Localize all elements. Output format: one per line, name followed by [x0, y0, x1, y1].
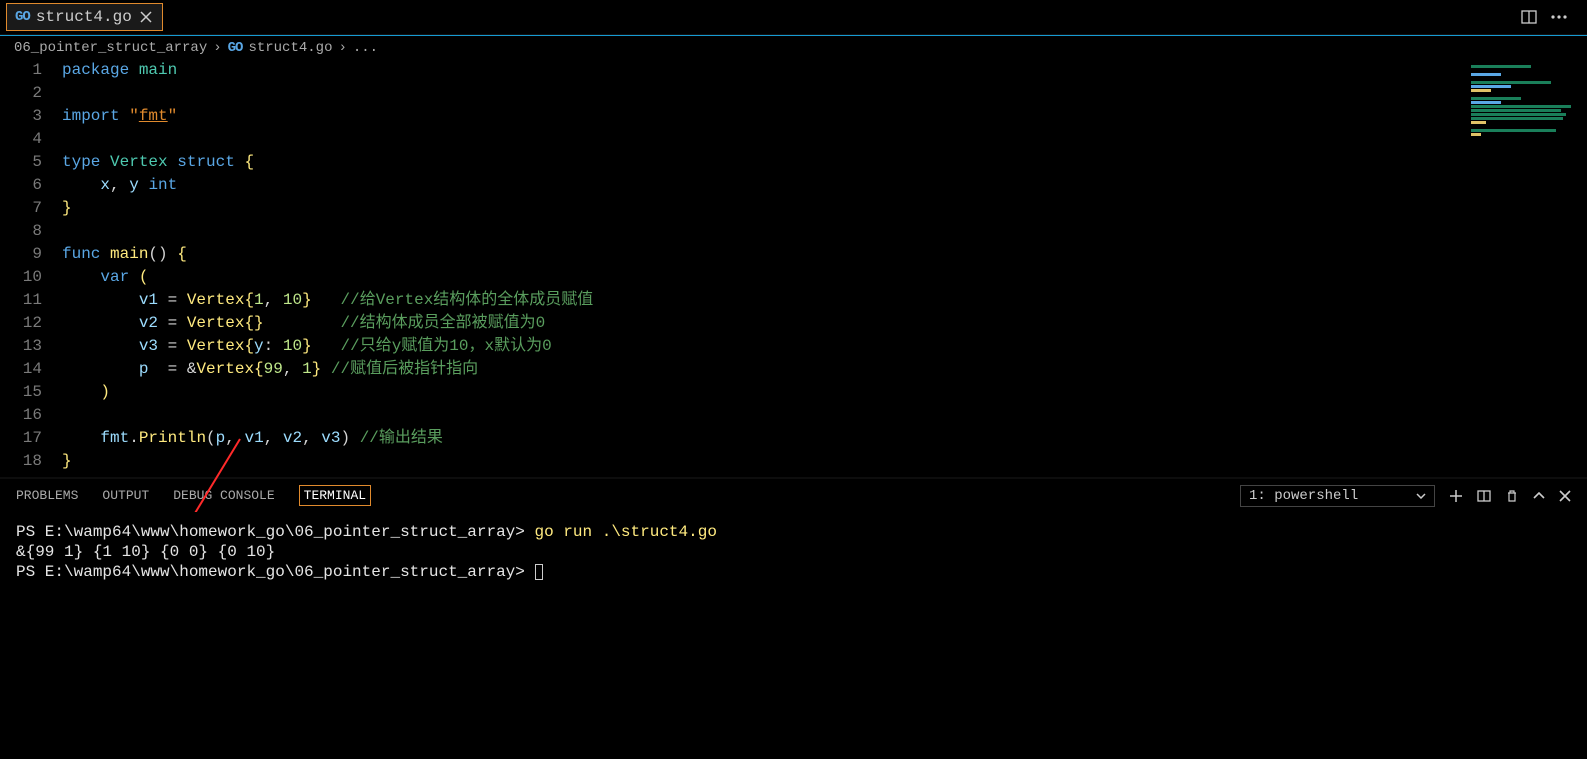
terminal-cursor: [535, 564, 543, 580]
chevron-right-icon: ›: [213, 40, 221, 56]
code-line[interactable]: x, y int: [62, 174, 1587, 197]
breadcrumb-trail[interactable]: ...: [353, 40, 378, 56]
code-line[interactable]: v2 = Vertex{} //结构体成员全部被赋值为0: [62, 312, 1587, 335]
breadcrumb-folder[interactable]: 06_pointer_struct_array: [14, 40, 207, 56]
line-number: 11: [0, 289, 42, 312]
line-number: 5: [0, 151, 42, 174]
terminal-line: PS E:\wamp64\www\homework_go\06_pointer_…: [16, 522, 1571, 542]
code-line[interactable]: }: [62, 450, 1587, 473]
new-terminal-button[interactable]: [1449, 489, 1463, 503]
editor-tab-struct4[interactable]: GO struct4.go: [6, 3, 163, 31]
line-number: 7: [0, 197, 42, 220]
tab-terminal[interactable]: TERMINAL: [299, 485, 371, 506]
tab-debug-console[interactable]: DEBUG CONSOLE: [173, 488, 274, 503]
code-line[interactable]: package main: [62, 59, 1587, 82]
line-number: 12: [0, 312, 42, 335]
terminal-selector-label: 1: powershell: [1249, 488, 1358, 504]
code-line[interactable]: type Vertex struct {: [62, 151, 1587, 174]
panel-tab-bar: PROBLEMS OUTPUT DEBUG CONSOLE TERMINAL 1…: [0, 477, 1587, 512]
line-number: 4: [0, 128, 42, 151]
go-file-icon: GO: [15, 9, 30, 25]
code-line[interactable]: var (: [62, 266, 1587, 289]
code-line[interactable]: [62, 128, 1587, 151]
code-line[interactable]: v3 = Vertex{y: 10} //只给y赋值为10，x默认为0: [62, 335, 1587, 358]
editor[interactable]: 123456789101112131415161718 package main…: [0, 59, 1587, 477]
line-number: 15: [0, 381, 42, 404]
terminal-command: go run .\struct4.go: [535, 523, 717, 541]
tab-label: struct4.go: [36, 8, 132, 26]
split-terminal-button[interactable]: [1477, 489, 1491, 503]
close-tab-button[interactable]: [138, 9, 154, 25]
line-number: 8: [0, 220, 42, 243]
terminal-selector[interactable]: 1: powershell: [1240, 485, 1435, 507]
line-number: 10: [0, 266, 42, 289]
code-line[interactable]: [62, 220, 1587, 243]
code-line[interactable]: }: [62, 197, 1587, 220]
line-number: 16: [0, 404, 42, 427]
line-number: 13: [0, 335, 42, 358]
terminal-output-line: &{99 1} {1 10} {0 0} {0 10}: [16, 542, 1571, 562]
go-file-icon: GO: [228, 40, 243, 56]
code-line[interactable]: import "fmt": [62, 105, 1587, 128]
terminal-line: PS E:\wamp64\www\homework_go\06_pointer_…: [16, 562, 1571, 582]
line-number: 2: [0, 82, 42, 105]
tab-output[interactable]: OUTPUT: [102, 488, 149, 503]
line-number-gutter: 123456789101112131415161718: [0, 59, 62, 477]
close-panel-button[interactable]: [1559, 490, 1571, 502]
code-line[interactable]: [62, 404, 1587, 427]
line-number: 9: [0, 243, 42, 266]
code-line[interactable]: fmt.Println(p, v1, v2, v3) //输出结果: [62, 427, 1587, 450]
kill-terminal-button[interactable]: [1505, 489, 1519, 503]
split-editor-icon[interactable]: [1521, 9, 1537, 25]
terminal-prompt: PS E:\wamp64\www\homework_go\06_pointer_…: [16, 523, 525, 541]
code-area[interactable]: package main import "fmt" type Vertex stru…: [62, 59, 1587, 477]
code-line[interactable]: p = &Vertex{99, 1} //赋值后被指针指向: [62, 358, 1587, 381]
line-number: 1: [0, 59, 42, 82]
chevron-down-icon: [1416, 488, 1426, 504]
line-number: 3: [0, 105, 42, 128]
code-line[interactable]: [62, 82, 1587, 105]
line-number: 14: [0, 358, 42, 381]
line-number: 17: [0, 427, 42, 450]
chevron-right-icon: ›: [338, 40, 346, 56]
code-line[interactable]: ): [62, 381, 1587, 404]
tab-problems[interactable]: PROBLEMS: [16, 488, 78, 503]
tab-bar: GO struct4.go: [0, 0, 1587, 35]
minimap[interactable]: [1467, 59, 1587, 477]
maximize-panel-button[interactable]: [1533, 492, 1545, 500]
line-number: 18: [0, 450, 42, 473]
code-line[interactable]: v1 = Vertex{1, 10} //给Vertex结构体的全体成员赋值: [62, 289, 1587, 312]
breadcrumb[interactable]: 06_pointer_struct_array › GO struct4.go …: [0, 35, 1587, 59]
code-line[interactable]: func main() {: [62, 243, 1587, 266]
more-actions-icon[interactable]: [1551, 15, 1567, 19]
terminal-prompt: PS E:\wamp64\www\homework_go\06_pointer_…: [16, 563, 525, 581]
terminal[interactable]: PS E:\wamp64\www\homework_go\06_pointer_…: [0, 512, 1587, 682]
breadcrumb-file[interactable]: struct4.go: [248, 40, 332, 56]
line-number: 6: [0, 174, 42, 197]
